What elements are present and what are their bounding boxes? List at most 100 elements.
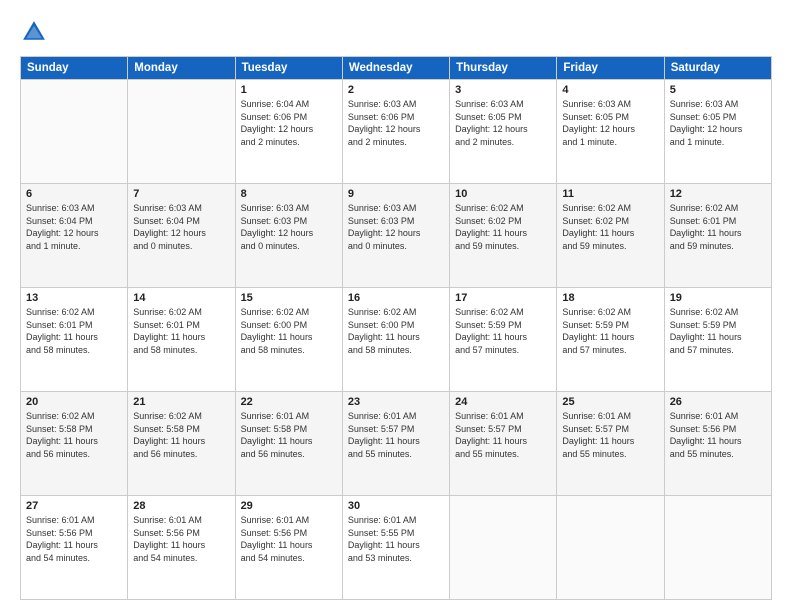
calendar-cell: 30Sunrise: 6:01 AM Sunset: 5:55 PM Dayli…	[342, 496, 449, 600]
day-number: 25	[562, 396, 658, 408]
day-number: 3	[455, 84, 551, 96]
day-number: 10	[455, 188, 551, 200]
day-number: 9	[348, 188, 444, 200]
day-info: Sunrise: 6:03 AM Sunset: 6:06 PM Dayligh…	[348, 98, 444, 148]
calendar-cell: 12 Sunrise: 6:02 AM Sunset: 6:01 PM Dayli…	[664, 184, 771, 288]
day-info: Sunrise: 6:01 AM Sunset: 5:57 PM Dayligh…	[562, 410, 658, 460]
day-number: 24	[455, 396, 551, 408]
day-number: 12	[670, 188, 766, 200]
day-number: 14	[133, 292, 229, 304]
day-info: Sunrise: 6:01 AM Sunset: 5:55 PM Dayligh…	[348, 514, 444, 564]
calendar-cell: 5 Sunrise: 6:03 AM Sunset: 6:05 PM Daylig…	[664, 80, 771, 184]
calendar-cell: 20 Sunrise: 6:02 AM Sunset: 5:58 PM Dayli…	[21, 392, 128, 496]
day-number: 8	[241, 188, 337, 200]
day-number: 19	[670, 292, 766, 304]
calendar-cell: 19 Sunrise: 6:02 AM Sunset: 5:59 PM Dayli…	[664, 288, 771, 392]
weekday-tuesday: Tuesday	[235, 57, 342, 80]
day-number: 16	[348, 292, 444, 304]
calendar-cell	[128, 80, 235, 184]
calendar-cell: 26 Sunrise: 6:01 AM Sunset: 5:56 PM Dayli…	[664, 392, 771, 496]
calendar-cell: 18 Sunrise: 6:02 AM Sunset: 5:59 PM Dayli…	[557, 288, 664, 392]
day-number: 2	[348, 84, 444, 96]
day-info: Sunrise: 6:03 AM Sunset: 6:04 PM Dayligh…	[26, 202, 122, 252]
calendar-cell: 9 Sunrise: 6:03 AM Sunset: 6:03 PM Daylig…	[342, 184, 449, 288]
weekday-monday: Monday	[128, 57, 235, 80]
day-number: 1	[241, 84, 337, 96]
day-info: Sunrise: 6:02 AM Sunset: 6:01 PM Dayligh…	[26, 306, 122, 356]
week-row-3: 13 Sunrise: 6:02 AM Sunset: 6:01 PM Dayli…	[21, 288, 772, 392]
calendar-cell: 13 Sunrise: 6:02 AM Sunset: 6:01 PM Dayli…	[21, 288, 128, 392]
calendar-cell: 23 Sunrise: 6:01 AM Sunset: 5:57 PM Dayli…	[342, 392, 449, 496]
calendar-cell	[557, 496, 664, 600]
calendar-cell: 29 Sunrise: 6:01 AM Sunset: 5:56 PM Dayli…	[235, 496, 342, 600]
day-number: 15	[241, 292, 337, 304]
calendar-cell: 22Sunrise: 6:01 AM Sunset: 5:58 PM Dayli…	[235, 392, 342, 496]
calendar-cell: 4Sunrise: 6:03 AM Sunset: 6:05 PM Daylig…	[557, 80, 664, 184]
day-info: Sunrise: 6:03 AM Sunset: 6:05 PM Dayligh…	[670, 98, 766, 148]
calendar-cell: 27 Sunrise: 6:01 AM Sunset: 5:56 PM Dayli…	[21, 496, 128, 600]
day-info: Sunrise: 6:02 AM Sunset: 6:01 PM Dayligh…	[670, 202, 766, 252]
calendar-body: 1Sunrise: 6:04 AM Sunset: 6:06 PM Daylig…	[21, 80, 772, 600]
day-number: 21	[133, 396, 229, 408]
calendar-cell: 8 Sunrise: 6:03 AM Sunset: 6:03 PM Daylig…	[235, 184, 342, 288]
day-info: Sunrise: 6:01 AM Sunset: 5:56 PM Dayligh…	[241, 514, 337, 564]
day-info: Sunrise: 6:02 AM Sunset: 5:59 PM Dayligh…	[670, 306, 766, 356]
week-row-2: 6 Sunrise: 6:03 AM Sunset: 6:04 PM Daylig…	[21, 184, 772, 288]
day-number: 13	[26, 292, 122, 304]
day-info: Sunrise: 6:02 AM Sunset: 5:59 PM Dayligh…	[562, 306, 658, 356]
day-number: 28	[133, 500, 229, 512]
calendar-cell: 11Sunrise: 6:02 AM Sunset: 6:02 PM Dayli…	[557, 184, 664, 288]
day-number: 20	[26, 396, 122, 408]
day-number: 11	[562, 188, 658, 200]
day-number: 5	[670, 84, 766, 96]
calendar-header: SundayMondayTuesdayWednesdayThursdayFrid…	[21, 57, 772, 80]
page: SundayMondayTuesdayWednesdayThursdayFrid…	[0, 0, 792, 612]
day-number: 18	[562, 292, 658, 304]
calendar-cell: 28 Sunrise: 6:01 AM Sunset: 5:56 PM Dayli…	[128, 496, 235, 600]
weekday-saturday: Saturday	[664, 57, 771, 80]
weekday-thursday: Thursday	[450, 57, 557, 80]
day-number: 29	[241, 500, 337, 512]
day-info: Sunrise: 6:01 AM Sunset: 5:57 PM Dayligh…	[348, 410, 444, 460]
calendar-cell: 24 Sunrise: 6:01 AM Sunset: 5:57 PM Dayli…	[450, 392, 557, 496]
day-info: Sunrise: 6:02 AM Sunset: 6:00 PM Dayligh…	[241, 306, 337, 356]
calendar-cell: 17 Sunrise: 6:02 AM Sunset: 5:59 PM Dayli…	[450, 288, 557, 392]
day-info: Sunrise: 6:03 AM Sunset: 6:03 PM Dayligh…	[241, 202, 337, 252]
logo-icon	[20, 18, 48, 46]
calendar-cell: 7 Sunrise: 6:03 AM Sunset: 6:04 PM Daylig…	[128, 184, 235, 288]
day-number: 27	[26, 500, 122, 512]
weekday-wednesday: Wednesday	[342, 57, 449, 80]
day-number: 17	[455, 292, 551, 304]
day-info: Sunrise: 6:03 AM Sunset: 6:03 PM Dayligh…	[348, 202, 444, 252]
week-row-5: 27 Sunrise: 6:01 AM Sunset: 5:56 PM Dayli…	[21, 496, 772, 600]
day-info: Sunrise: 6:02 AM Sunset: 5:59 PM Dayligh…	[455, 306, 551, 356]
day-info: Sunrise: 6:02 AM Sunset: 6:02 PM Dayligh…	[455, 202, 551, 252]
day-info: Sunrise: 6:01 AM Sunset: 5:56 PM Dayligh…	[670, 410, 766, 460]
day-info: Sunrise: 6:01 AM Sunset: 5:58 PM Dayligh…	[241, 410, 337, 460]
calendar-cell	[450, 496, 557, 600]
calendar-cell: 16Sunrise: 6:02 AM Sunset: 6:00 PM Dayli…	[342, 288, 449, 392]
day-info: Sunrise: 6:01 AM Sunset: 5:56 PM Dayligh…	[133, 514, 229, 564]
day-info: Sunrise: 6:03 AM Sunset: 6:05 PM Dayligh…	[455, 98, 551, 148]
calendar-cell: 15 Sunrise: 6:02 AM Sunset: 6:00 PM Dayli…	[235, 288, 342, 392]
day-info: Sunrise: 6:01 AM Sunset: 5:57 PM Dayligh…	[455, 410, 551, 460]
header	[20, 18, 772, 46]
calendar-cell: 2 Sunrise: 6:03 AM Sunset: 6:06 PM Daylig…	[342, 80, 449, 184]
day-number: 26	[670, 396, 766, 408]
day-number: 6	[26, 188, 122, 200]
day-info: Sunrise: 6:02 AM Sunset: 5:58 PM Dayligh…	[133, 410, 229, 460]
day-info: Sunrise: 6:02 AM Sunset: 5:58 PM Dayligh…	[26, 410, 122, 460]
calendar-cell: 25 Sunrise: 6:01 AM Sunset: 5:57 PM Dayli…	[557, 392, 664, 496]
day-info: Sunrise: 6:03 AM Sunset: 6:04 PM Dayligh…	[133, 202, 229, 252]
weekday-friday: Friday	[557, 57, 664, 80]
day-number: 7	[133, 188, 229, 200]
day-number: 23	[348, 396, 444, 408]
calendar-cell	[664, 496, 771, 600]
weekday-header-row: SundayMondayTuesdayWednesdayThursdayFrid…	[21, 57, 772, 80]
calendar-cell: 3 Sunrise: 6:03 AM Sunset: 6:05 PM Daylig…	[450, 80, 557, 184]
calendar-cell: 1Sunrise: 6:04 AM Sunset: 6:06 PM Daylig…	[235, 80, 342, 184]
day-number: 4	[562, 84, 658, 96]
day-info: Sunrise: 6:02 AM Sunset: 6:01 PM Dayligh…	[133, 306, 229, 356]
day-info: Sunrise: 6:01 AM Sunset: 5:56 PM Dayligh…	[26, 514, 122, 564]
calendar-cell: 10 Sunrise: 6:02 AM Sunset: 6:02 PM Dayli…	[450, 184, 557, 288]
